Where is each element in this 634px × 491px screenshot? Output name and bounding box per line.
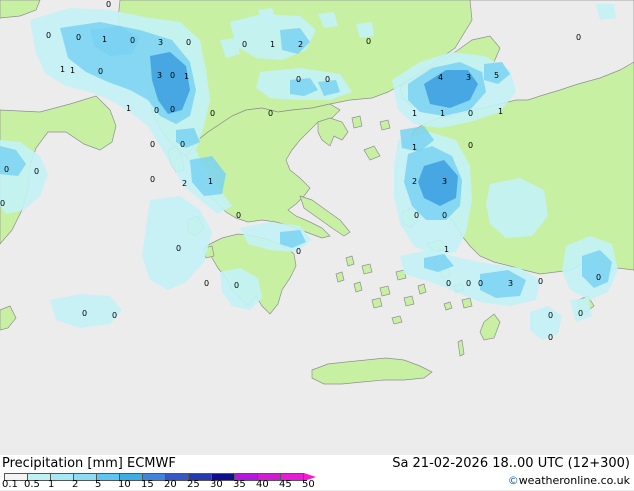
value-label: 0 [296,247,301,256]
value-label: 2 [412,177,417,186]
value-label: 0 [46,31,51,40]
value-label: 0 [82,309,87,318]
value-label: 4 [438,73,443,82]
value-label: 0 [548,311,553,320]
value-label: 0 [268,109,273,118]
legend-labels: 0.1 0.5 1 2 5 10 15 20 25 30 35 40 45 50 [0,479,340,491]
value-label: 2 [298,40,303,49]
value-label: 0 [466,279,471,288]
value-label: 0 [112,311,117,320]
value-label: 0 [170,105,175,114]
legend-label: 5 [95,479,102,490]
value-label: 1 [412,109,417,118]
map-footer: Precipitation [mm] ECMWF Sa 21-02-2026 1… [0,455,634,490]
value-label: 0 [468,109,473,118]
value-label: 0 [4,165,9,174]
value-label: 0 [150,140,155,149]
value-label: 0 [442,211,447,220]
legend-label: 20 [164,479,177,490]
value-label: 0 [34,167,39,176]
value-label: 0 [366,37,371,46]
value-label: 3 [157,71,162,80]
value-label: 0 [98,67,103,76]
legend-label: 0.1 [2,479,18,490]
value-label: 0 [478,279,483,288]
legend-label: 25 [187,479,200,490]
value-label: 0 [548,333,553,342]
value-label: 0 [234,281,239,290]
value-label: 1 [412,143,417,152]
value-label: 0 [210,109,215,118]
legend-label: 50 [302,479,315,490]
legend-label: 15 [141,479,154,490]
value-label: 1 [60,65,65,74]
valid-time: Sa 21-02-2026 18..00 UTC (12+300) [392,456,630,471]
value-label: 1 [70,66,75,75]
value-label: 0 [150,175,155,184]
legend-label: 2 [72,479,79,490]
value-label: 0 [296,75,301,84]
value-label: 3 [158,38,163,47]
legend-label: 35 [233,479,246,490]
value-label: 1 [126,104,131,113]
map-title: Precipitation [mm] ECMWF [2,456,176,471]
value-label: 0 [176,244,181,253]
value-label: 0 [538,277,543,286]
value-label: 5 [494,71,499,80]
value-label: 1 [498,107,503,116]
value-label: 3 [508,279,513,288]
precipitation-map: 0 0 0 0 1 0 3 0 1 0 2 1 1 0 3 0 0 1 0 0 … [0,0,634,455]
legend-label: 0.5 [24,479,40,490]
credit: ©weatheronline.co.uk [508,474,630,487]
value-label: 1 [184,72,189,81]
value-label: 0 [325,75,330,84]
copyright-icon: © [507,474,519,487]
legend-label: 10 [118,479,131,490]
value-label: 1 [270,40,275,49]
value-label: 1 [440,109,445,118]
legend-label: 1 [48,479,55,490]
legend-label: 30 [210,479,223,490]
value-label: 3 [466,73,471,82]
value-label: 0 [76,33,81,42]
value-label: 1 [444,245,449,254]
value-label: 1 [102,35,107,44]
value-label: 0 [180,140,185,149]
value-label: 2 [182,179,187,188]
legend-label: 45 [279,479,292,490]
value-label: 0 [596,273,601,282]
value-label: 0 [576,33,581,42]
value-label: 0 [170,71,175,80]
value-label: 0 [154,106,159,115]
value-label: 0 [242,40,247,49]
value-label: 0 [468,141,473,150]
value-label: 1 [208,177,213,186]
value-label: 0 [186,38,191,47]
value-label: 0 [446,279,451,288]
credit-text: weatheronline.co.uk [518,474,630,487]
value-label: 0 [414,211,419,220]
map-svg: 0 0 0 0 1 0 3 0 1 0 2 1 1 0 3 0 0 1 0 0 … [0,0,634,455]
value-label: 0 [578,309,583,318]
value-label: 0 [236,211,241,220]
value-label: 0 [204,279,209,288]
value-label: 3 [442,177,447,186]
legend-label: 40 [256,479,269,490]
value-label: 0 [106,0,111,9]
value-label: 0 [130,36,135,45]
value-label: 0 [0,199,5,208]
